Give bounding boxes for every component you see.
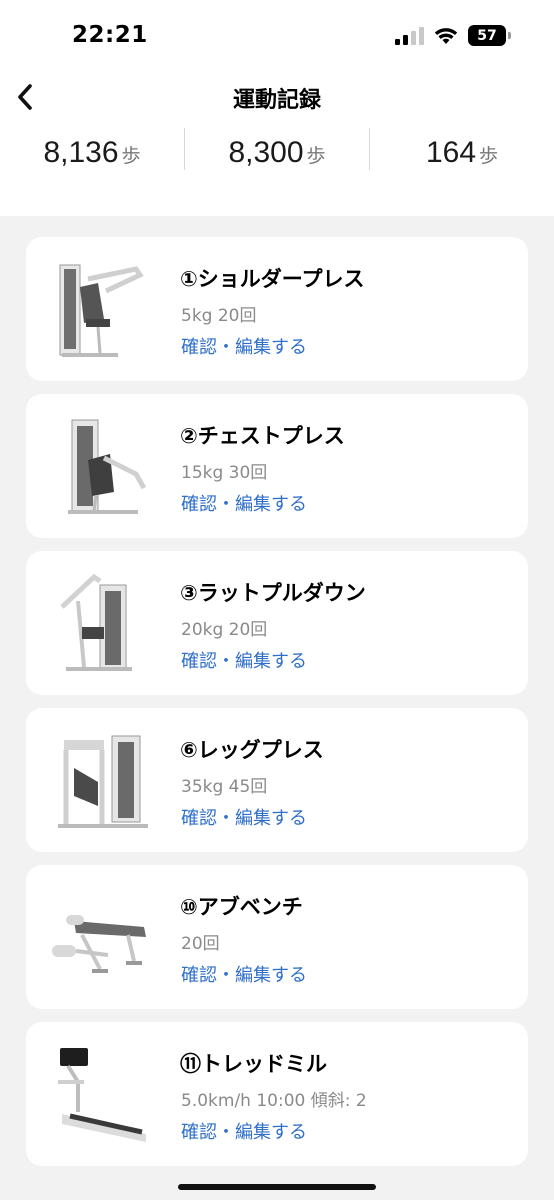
exercise-card[interactable]: ①ショルダープレス 5kg 20回 確認・編集する — [26, 237, 528, 381]
exercise-detail: 15kg 30回 — [181, 463, 268, 483]
shoulder-press-machine-icon — [59, 264, 144, 357]
exercise-detail: 5kg 20回 — [181, 306, 257, 326]
step-stats: 8,136 歩 8,300 歩 164 歩 — [0, 128, 554, 184]
battery-level: 57 — [477, 27, 497, 44]
exercise-card[interactable]: ②チェストプレス 15kg 30回 確認・編集する — [26, 394, 528, 538]
exercise-card[interactable]: ⑪トレッドミル 5.0km/h 10:00 傾斜: 2 確認・編集する — [26, 1022, 528, 1166]
exercise-name: ⑩アブベンチ — [180, 895, 303, 919]
exercise-name: ③ラットプルダウン — [180, 581, 366, 605]
exercise-name: ①ショルダープレス — [180, 267, 365, 291]
signal-icon — [395, 26, 424, 45]
status-icons: 57 — [395, 25, 511, 46]
edit-link[interactable]: 確認・編集する — [181, 1118, 307, 1144]
edit-link[interactable]: 確認・編集する — [181, 490, 307, 516]
step-unit: 歩 — [479, 145, 499, 167]
bottom-edge — [0, 1180, 554, 1200]
lat-pulldown-machine-icon — [60, 573, 132, 671]
step-value: 8,136 — [43, 136, 119, 169]
exercise-detail: 5.0km/h 10:00 傾斜: 2 — [181, 1091, 367, 1111]
header-area: 22:21 57 運動記録 8,136 歩 8,300 歩 164 歩 — [0, 0, 554, 216]
edit-link[interactable]: 確認・編集する — [181, 647, 307, 673]
step-stat: 8,300 歩 — [185, 128, 369, 184]
status-time: 22:21 — [72, 22, 148, 48]
exercise-card[interactable]: ⑥レッグプレス 35kg 45回 確認・編集する — [26, 708, 528, 852]
leg-press-machine-icon — [58, 735, 148, 828]
step-unit: 歩 — [121, 145, 141, 167]
page-title: 運動記録 — [232, 88, 321, 113]
step-stat: 164 歩 — [370, 128, 554, 184]
treadmill-icon — [58, 1048, 146, 1142]
ab-bench-icon — [52, 915, 146, 973]
step-stat: 8,136 歩 — [0, 128, 184, 184]
home-indicator[interactable] — [178, 1184, 376, 1190]
edit-link[interactable]: 確認・編集する — [181, 804, 307, 830]
exercise-detail: 20回 — [181, 934, 220, 954]
exercise-name: ⑪トレッドミル — [180, 1052, 327, 1076]
exercise-card[interactable]: ③ラットプルダウン 20kg 20回 確認・編集する — [26, 551, 528, 695]
battery-icon: 57 — [468, 25, 511, 46]
step-value: 164 — [425, 136, 477, 169]
exercise-detail: 35kg 45回 — [181, 777, 268, 797]
exercise-name: ⑥レッグプレス — [180, 738, 324, 762]
step-unit: 歩 — [306, 145, 326, 167]
exercise-card[interactable]: ⑩アブベンチ 20回 確認・編集する — [26, 865, 528, 1009]
edit-link[interactable]: 確認・編集する — [181, 961, 307, 987]
wifi-icon — [434, 27, 458, 44]
chest-press-machine-icon — [68, 419, 147, 514]
step-value: 8,300 — [228, 136, 304, 169]
exercise-name: ②チェストプレス — [180, 424, 345, 448]
exercise-detail: 20kg 20回 — [181, 620, 268, 640]
edit-link[interactable]: 確認・編集する — [181, 333, 307, 359]
